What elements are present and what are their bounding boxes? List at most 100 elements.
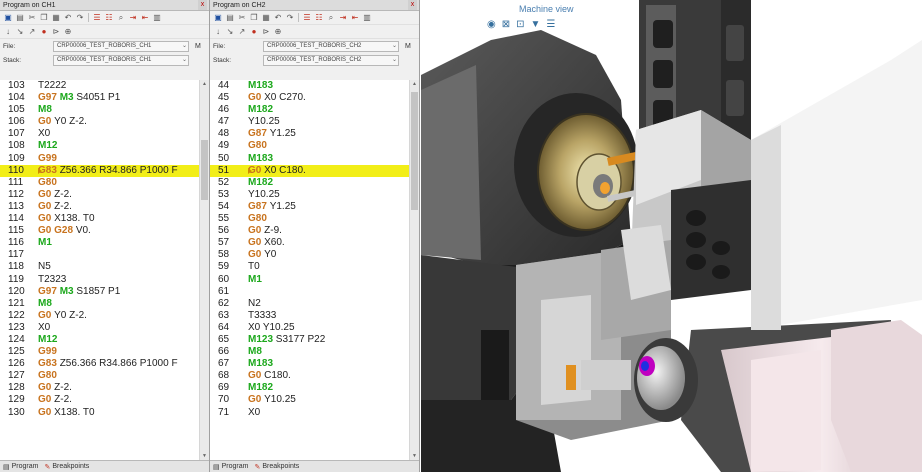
globe-icon[interactable]: ◉: [487, 19, 496, 30]
code-line[interactable]: 52 M182: [210, 177, 419, 189]
cut-icon[interactable]: ✂: [27, 13, 37, 23]
stack-select[interactable]: CRP00006_TEST_ROBORIS_CH2 ⌄: [263, 55, 399, 66]
code-line[interactable]: 109 G99: [0, 153, 209, 165]
copy-icon[interactable]: ❐: [39, 13, 49, 23]
paste-icon[interactable]: ▦: [261, 13, 271, 23]
file-select[interactable]: CRP00006_TEST_ROBORIS_CH2 ⌄: [263, 41, 399, 52]
save-icon[interactable]: ▣: [3, 13, 13, 23]
run-to-cursor-icon[interactable]: ⊳: [261, 27, 271, 37]
scroll-down-icon[interactable]: ▼: [410, 452, 419, 460]
scroll-thumb[interactable]: [411, 92, 418, 210]
delete-icon[interactable]: ▥: [152, 13, 162, 23]
scroll-thumb[interactable]: [201, 140, 208, 200]
undo-icon[interactable]: ↶: [273, 13, 283, 23]
code-line[interactable]: 124 M12: [0, 334, 209, 346]
step-over-icon[interactable]: ↘: [225, 27, 235, 37]
globe-icon[interactable]: ⊕: [273, 27, 283, 37]
code-line[interactable]: 125 G99: [0, 346, 209, 358]
save-icon[interactable]: ▣: [213, 13, 223, 23]
code-line[interactable]: 69 M182: [210, 382, 419, 394]
code-line[interactable]: 103 T2222: [0, 80, 209, 92]
camera-icon[interactable]: ▼: [531, 19, 541, 30]
code-line[interactable]: 115 G0 G28 V0.: [0, 225, 209, 237]
code-editor[interactable]: 103 T2222 104 G97 M3 S4051 P1 105 M8 106 G0 Y0 …: [0, 80, 209, 460]
run-to-cursor-icon[interactable]: ⊳: [51, 27, 61, 37]
code-line[interactable]: 126 G83 Z56.366 R34.866 P1000 F: [0, 358, 209, 370]
open-icon[interactable]: ▤: [225, 13, 235, 23]
scroll-up-icon[interactable]: ▲: [200, 80, 209, 88]
code-line[interactable]: 64 X0 Y10.25: [210, 322, 419, 334]
code-line[interactable]: 106 G0 Y0 Z-2.: [0, 116, 209, 128]
fit-view-icon[interactable]: ⊠: [502, 19, 510, 30]
close-button[interactable]: x: [198, 0, 207, 10]
code-line[interactable]: 111 G80: [0, 177, 209, 189]
search-icon[interactable]: ⌕: [326, 13, 336, 23]
code-line[interactable]: 62 N2: [210, 298, 419, 310]
code-line[interactable]: 67 M183: [210, 358, 419, 370]
code-line[interactable]: 107 X0: [0, 128, 209, 140]
list-icon[interactable]: ☰: [302, 13, 312, 23]
code-line[interactable]: 119 T2323: [0, 274, 209, 286]
code-line[interactable]: 53 Y10.25: [210, 189, 419, 201]
code-line[interactable]: 127 G80: [0, 370, 209, 382]
breakpoint-icon[interactable]: ●: [249, 27, 259, 37]
list-icon[interactable]: ☷: [104, 13, 114, 23]
step-into-icon[interactable]: ↓: [213, 27, 223, 37]
tab-program[interactable]: ▤ Program: [213, 463, 248, 471]
list-icon[interactable]: ☰: [92, 13, 102, 23]
code-line[interactable]: 120 G97 M3 S1857 P1: [0, 286, 209, 298]
code-line[interactable]: 112 G0 Z-2.: [0, 189, 209, 201]
code-line[interactable]: 55 G80: [210, 213, 419, 225]
step-icon[interactable]: ⇥: [128, 13, 138, 23]
code-line[interactable]: 45 G0 X0 C270.: [210, 92, 419, 104]
code-line[interactable]: 122 G0 Y0 Z-2.: [0, 310, 209, 322]
code-line[interactable]: 66 M8: [210, 346, 419, 358]
code-line[interactable]: 54 G87 Y1.25: [210, 201, 419, 213]
list-icon[interactable]: ☷: [314, 13, 324, 23]
code-line[interactable]: 63 T3333: [210, 310, 419, 322]
undo-icon[interactable]: ↶: [63, 13, 73, 23]
scroll-down-icon[interactable]: ▼: [200, 452, 209, 460]
file-select[interactable]: CRP00006_TEST_ROBORIS_CH1 ⌄: [53, 41, 189, 52]
code-line[interactable]: 49 G80: [210, 140, 419, 152]
code-line[interactable]: 129 G0 Z-2.: [0, 394, 209, 406]
code-line[interactable]: 105 M8: [0, 104, 209, 116]
vertical-scrollbar[interactable]: ▲ ▼: [409, 80, 419, 460]
code-line[interactable]: 114 G0 X138. T0: [0, 213, 209, 225]
code-line[interactable]: 130 G0 X138. T0: [0, 407, 209, 419]
code-line[interactable]: 128 G0 Z-2.: [0, 382, 209, 394]
code-line[interactable]: 121 M8: [0, 298, 209, 310]
code-line[interactable]: 65 M123 S3177 P22: [210, 334, 419, 346]
globe-icon[interactable]: ⊕: [63, 27, 73, 37]
step-icon[interactable]: ⇤: [350, 13, 360, 23]
tab-breakpoints[interactable]: ✎ Breakpoints: [44, 463, 89, 471]
code-line[interactable]: 61: [210, 286, 419, 298]
settings-icon[interactable]: ☰: [546, 19, 555, 30]
code-line[interactable]: 48 G87 Y1.25: [210, 128, 419, 140]
code-line[interactable]: 56 G0 Z-9.: [210, 225, 419, 237]
code-line[interactable]: 47 Y10.25: [210, 116, 419, 128]
code-line[interactable]: 118 N5: [0, 261, 209, 273]
code-line[interactable]: 50 M183: [210, 153, 419, 165]
step-out-icon[interactable]: ↗: [27, 27, 37, 37]
code-line[interactable]: 113 G0 Z-2.: [0, 201, 209, 213]
code-line[interactable]: 70 G0 Y10.25: [210, 394, 419, 406]
machine-view-viewport[interactable]: Machine view ◉ ⊠ ⊡ ▼ ☰: [421, 0, 922, 472]
close-button[interactable]: x: [408, 0, 417, 10]
step-icon[interactable]: ⇥: [338, 13, 348, 23]
step-into-icon[interactable]: ↓: [3, 27, 13, 37]
copy-icon[interactable]: ❐: [249, 13, 259, 23]
code-line-current[interactable]: 51 G0 X0 C180.: [210, 164, 419, 177]
open-icon[interactable]: ▤: [15, 13, 25, 23]
code-editor[interactable]: 44 M183 45 G0 X0 C270. 46 M182 47 Y10.25 48 G87 Y…: [210, 80, 419, 460]
step-over-icon[interactable]: ↘: [15, 27, 25, 37]
code-line[interactable]: 44 M183: [210, 80, 419, 92]
code-line[interactable]: 68 G0 C180.: [210, 370, 419, 382]
code-line[interactable]: 117: [0, 249, 209, 261]
tab-program[interactable]: ▤ Program: [3, 463, 38, 471]
paste-icon[interactable]: ▦: [51, 13, 61, 23]
cut-icon[interactable]: ✂: [237, 13, 247, 23]
machine-3d-render[interactable]: [421, 0, 922, 472]
search-icon[interactable]: ⌕: [116, 13, 126, 23]
code-line[interactable]: 59 T0: [210, 261, 419, 273]
